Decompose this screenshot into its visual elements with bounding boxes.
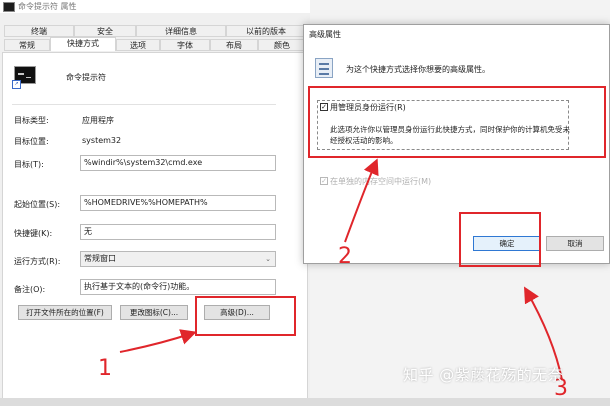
- arrow-1: [119, 329, 197, 353]
- step-number-2: 2: [338, 244, 352, 269]
- bottom-strip: [0, 398, 610, 406]
- step-number-1: 1: [98, 356, 112, 381]
- tab-shortcut[interactable]: 快捷方式: [50, 37, 116, 51]
- annotation-arrows: [119, 158, 563, 381]
- watermark: 知乎 @紫藤花殇的无奈: [403, 366, 564, 384]
- arrow-2: [344, 158, 379, 243]
